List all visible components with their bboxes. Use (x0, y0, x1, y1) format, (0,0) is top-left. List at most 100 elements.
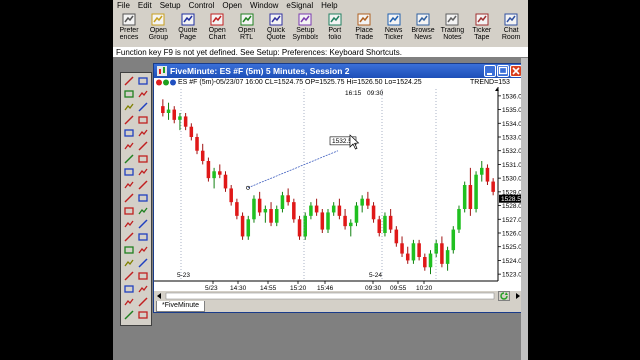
drawing-tool-button[interactable] (123, 257, 135, 269)
menu-edit[interactable]: Edit (134, 0, 156, 11)
drawing-tool-button[interactable] (137, 205, 149, 217)
toolbar-button-portfolio[interactable]: Port folio (322, 12, 348, 46)
toolbar-button-open-chart[interactable]: Open Chart (204, 12, 230, 46)
price-chart-svg[interactable]: 1536.001535.001534.001533.001532.001531.… (154, 87, 526, 292)
drawing-tool-button[interactable] (137, 296, 149, 308)
scroll-left-button[interactable] (155, 292, 164, 300)
maximize-button[interactable] (497, 65, 509, 77)
drawing-tool-button[interactable] (137, 153, 149, 165)
toolbar-button-label: Quote (178, 27, 198, 34)
drawing-tool-button[interactable] (123, 166, 135, 178)
drawing-tool-button[interactable] (137, 114, 149, 126)
drawing-tool-button[interactable] (123, 270, 135, 282)
toolbar-button-label: Notes (443, 34, 462, 41)
toolbar-button-label: Port (328, 27, 342, 34)
drawing-tool-button[interactable] (137, 270, 149, 282)
tab-fiveminute[interactable]: *FiveMinute (156, 301, 205, 312)
drawing-tool-button[interactable] (137, 257, 149, 269)
toolbar-button-quote-page[interactable]: Quote Page (175, 12, 201, 46)
drawing-tool-button[interactable] (123, 127, 135, 139)
menu-file[interactable]: File (113, 0, 134, 11)
menu-setup[interactable]: Setup (156, 0, 185, 11)
drawing-tool-button[interactable] (137, 192, 149, 204)
candle (292, 198, 296, 223)
toolbar-button-browse-news[interactable]: Browse News (410, 12, 436, 46)
drawing-tool-button[interactable] (123, 231, 135, 243)
drawing-tool-button[interactable] (123, 101, 135, 113)
toolbar-button-chat-room[interactable]: Chat Room (498, 12, 524, 46)
toolbar-button-open-rtl[interactable]: Open RTL (234, 12, 260, 46)
candle (303, 212, 307, 240)
chat-room-icon (504, 13, 518, 26)
menu-help[interactable]: Help (317, 0, 341, 11)
minimize-button[interactable] (484, 65, 496, 77)
candle (246, 215, 251, 240)
drawing-tool-icon (124, 168, 134, 176)
drawing-tool-icon (138, 258, 148, 268)
toolbar-button-label: Place (355, 27, 373, 34)
toolbar-button-news-ticker[interactable]: News Ticker (381, 12, 407, 46)
toolbar-button-trading-notes[interactable]: Trading Notes (439, 12, 465, 46)
toolbar-button-label: folio (328, 34, 342, 41)
candle (457, 205, 461, 233)
drawing-tool-button[interactable] (137, 166, 149, 178)
drawing-tool-button[interactable] (123, 140, 135, 152)
toolbar-button-label: News (414, 34, 432, 41)
drawing-tool-icon (124, 193, 134, 203)
toolbar-button-label: Room (501, 34, 521, 41)
drawing-tool-button[interactable] (137, 88, 149, 100)
drawing-tool-icon (124, 154, 134, 164)
drawing-tool-button[interactable] (123, 309, 135, 321)
toolbar-button-preferences[interactable]: Prefer ences (116, 12, 142, 46)
drawing-tool-button[interactable] (123, 283, 135, 295)
maximize-icon (498, 66, 508, 75)
toolbar-button-label: Trading (440, 27, 465, 34)
drawing-tool-button[interactable] (123, 75, 135, 87)
drawing-tool-button[interactable] (123, 179, 135, 191)
menu-control[interactable]: Control (185, 0, 219, 11)
minimize-icon (487, 73, 492, 75)
candle (451, 226, 456, 254)
drawing-tool-button[interactable] (137, 140, 149, 152)
drawing-tool-button[interactable] (137, 244, 149, 256)
toolbar-button-open-group[interactable]: Open Group (145, 12, 171, 46)
menu-esignal[interactable]: eSignal (282, 0, 317, 11)
drawing-tool-button[interactable] (137, 127, 149, 139)
chart-window-titlebar[interactable]: FiveMinute: ES #F (5m) 5 Minutes, Sessio… (154, 64, 526, 78)
toolbar-button-ticker-tape[interactable]: Ticker Tape (469, 12, 495, 46)
price-chart[interactable]: 1536.00 1535.00 1534.00 1533.00 1532.00 1531.… (154, 87, 526, 292)
candle (326, 209, 330, 233)
close-icon (512, 67, 520, 75)
drawing-tool-button[interactable] (123, 88, 135, 100)
refresh-button[interactable] (498, 291, 510, 301)
drawing-tool-button[interactable] (123, 296, 135, 308)
toolbar-button-quick-quote[interactable]: Quick Quote (263, 12, 289, 46)
toolbar-button-label: News (384, 27, 403, 34)
toolbar-button-label: Chat (503, 27, 519, 34)
drawing-tool-button[interactable] (123, 114, 135, 126)
drawing-tool-button[interactable] (137, 231, 149, 243)
drawing-tool-button[interactable] (123, 218, 135, 230)
toolbar-button-label: Open (149, 27, 167, 34)
toolbar-button-place-trade[interactable]: Place Trade (351, 12, 377, 46)
drawing-tool-button[interactable] (137, 218, 149, 230)
news-ticker-icon (387, 13, 401, 26)
drawing-tool-button[interactable] (123, 153, 135, 165)
drawing-tool-button[interactable] (123, 192, 135, 204)
setup-symbols-icon (298, 13, 312, 26)
drawing-tool-button[interactable] (123, 205, 135, 217)
candle (320, 209, 325, 233)
drawing-tool-button[interactable] (137, 179, 149, 191)
drawing-tool-icon (124, 115, 134, 125)
drawing-tool-icon (138, 233, 148, 241)
drawing-tool-button[interactable] (137, 283, 149, 295)
chart-window[interactable]: FiveMinute: ES #F (5m) 5 Minutes, Sessio… (153, 63, 527, 313)
drawing-tool-button[interactable] (137, 101, 149, 113)
drawing-tool-button[interactable] (137, 75, 149, 87)
menu-window[interactable]: Window (246, 0, 282, 11)
drawing-tool-button[interactable] (123, 244, 135, 256)
drawing-tool-button[interactable] (137, 309, 149, 321)
menu-open[interactable]: Open (218, 0, 246, 11)
toolbar-button-setup-symbols[interactable]: Setup Symbols (292, 12, 318, 46)
drawing-tool-icon (124, 246, 134, 254)
